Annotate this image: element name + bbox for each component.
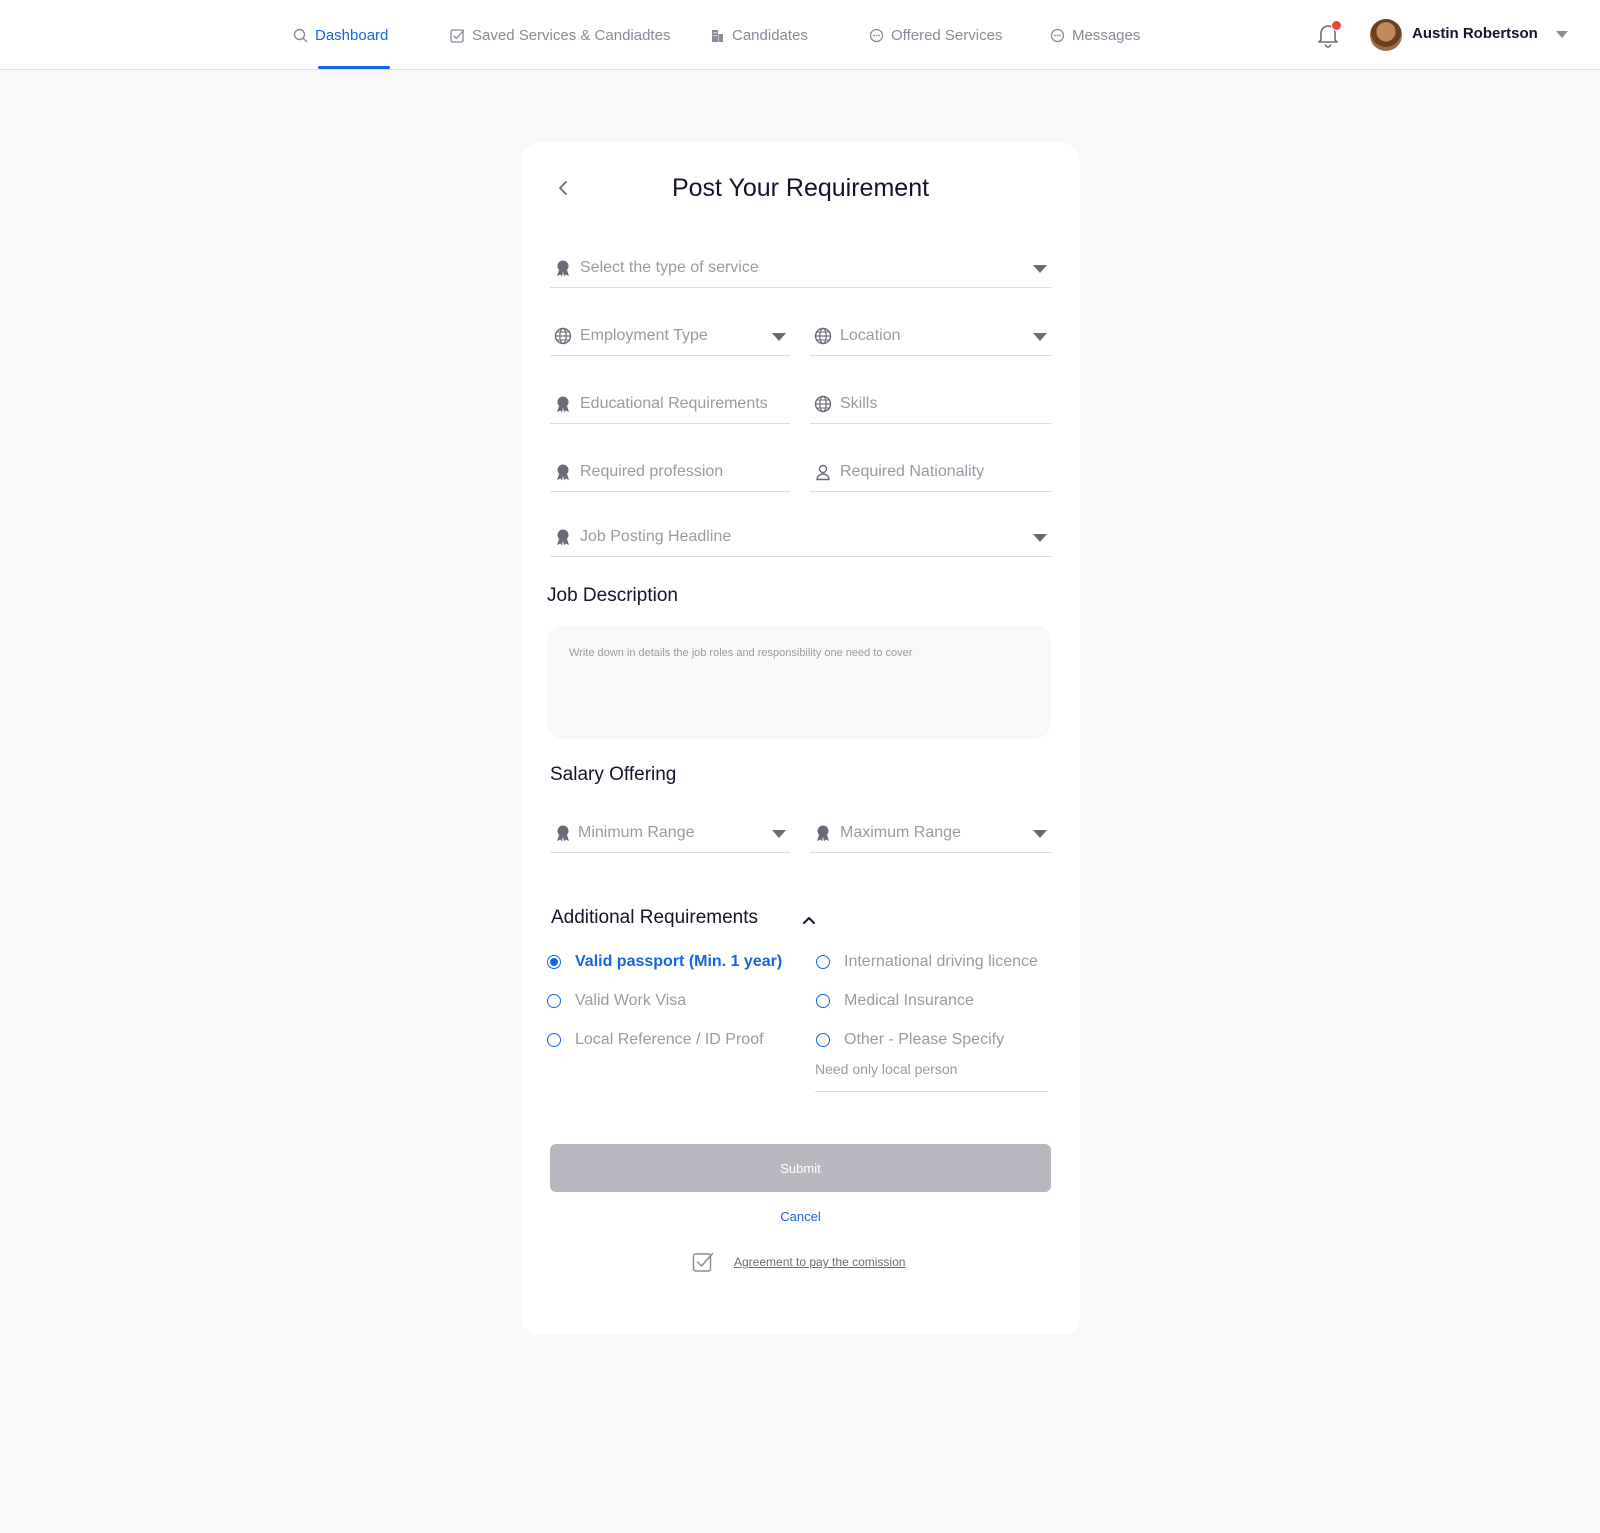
option-international-driving-licence[interactable]: International driving licence	[816, 953, 1038, 971]
nav-item-candidates[interactable]: Candidates	[710, 24, 808, 46]
award-icon	[554, 463, 572, 481]
nav-item-label: Candidates	[732, 26, 808, 44]
award-icon	[814, 824, 832, 842]
option-local-reference[interactable]: Local Reference / ID Proof	[547, 1031, 764, 1049]
cancel-link[interactable]: Cancel	[521, 1209, 1080, 1224]
employment-type-placeholder: Employment Type	[580, 327, 708, 344]
option-label: International driving licence	[844, 953, 1038, 970]
maximum-range-placeholder: Maximum Range	[840, 824, 961, 841]
additional-requirements-title: Additional Requirements	[551, 907, 759, 928]
caret-down-icon	[772, 333, 786, 341]
option-label: Valid passport (Min. 1 year)	[575, 953, 783, 970]
user-icon	[814, 463, 832, 481]
service-type-select[interactable]: Select the type of service	[550, 246, 1051, 288]
avatar[interactable]	[1370, 19, 1402, 51]
top-navigation-bar: Dashboard Saved Services & Candiadtes Ca…	[0, 0, 1600, 70]
nav-item-label: Saved Services & Candiadtes	[472, 26, 671, 44]
profession-input[interactable]: Required profession	[550, 450, 790, 492]
nav-item-messages[interactable]: Messages	[1050, 24, 1140, 46]
option-valid-passport[interactable]: Valid passport (Min. 1 year)	[547, 953, 782, 971]
globe-icon	[814, 395, 832, 413]
caret-down-icon	[772, 830, 786, 838]
checkbox-icon	[450, 28, 465, 43]
page-title: Post Your Requirement	[671, 174, 930, 202]
job-description-placeholder: Write down in details the job roles and …	[569, 647, 913, 659]
globe-icon	[814, 327, 832, 345]
profession-placeholder: Required profession	[580, 463, 724, 480]
option-valid-work-visa[interactable]: Valid Work Visa	[547, 992, 686, 1010]
award-icon	[554, 528, 572, 546]
search-icon	[293, 28, 308, 43]
radio-button[interactable]	[816, 1033, 830, 1047]
nationality-placeholder: Required Nationality	[840, 463, 985, 480]
chat-bubble-icon	[869, 28, 884, 43]
minimum-range-placeholder: Minimum Range	[578, 824, 695, 841]
headline-select[interactable]: Job Posting Headline	[550, 515, 1051, 557]
nav-item-label: Dashboard	[315, 26, 389, 44]
option-label: Medical Insurance	[844, 992, 974, 1009]
skills-input[interactable]: Skills	[810, 382, 1051, 424]
option-label: Valid Work Visa	[575, 992, 687, 1009]
agreement-link[interactable]: Agreement to pay the comission	[734, 1255, 905, 1269]
notification-badge	[1331, 20, 1342, 31]
option-label: Other - Please Specify	[844, 1031, 1005, 1048]
radio-button[interactable]	[547, 1033, 561, 1047]
skills-placeholder: Skills	[840, 395, 878, 412]
minimum-range-select[interactable]: Minimum Range	[550, 811, 790, 853]
chevron-down-icon[interactable]	[1556, 31, 1568, 38]
maximum-range-select[interactable]: Maximum Range	[810, 811, 1051, 853]
radio-button[interactable]	[547, 955, 561, 969]
job-description-textarea[interactable]: Write down in details the job roles and …	[547, 625, 1051, 739]
globe-icon	[554, 327, 572, 345]
award-icon	[554, 824, 572, 842]
caret-down-icon	[1033, 265, 1047, 273]
user-name[interactable]: Austin Robertson	[1412, 25, 1538, 42]
nav-item-dashboard[interactable]: Dashboard	[293, 24, 388, 46]
award-icon	[554, 395, 572, 413]
education-placeholder: Educational Requirements	[580, 395, 768, 412]
employment-type-select[interactable]: Employment Type	[550, 314, 790, 356]
nav-item-saved-services[interactable]: Saved Services & Candiadtes	[450, 24, 670, 46]
option-label: Local Reference / ID Proof	[575, 1031, 764, 1048]
agreement-row[interactable]: Agreement to pay the comission	[692, 1251, 905, 1273]
submit-button[interactable]: Submit	[550, 1144, 1051, 1192]
caret-down-icon	[1033, 333, 1047, 341]
nav-item-offered-services[interactable]: Offered Services	[869, 24, 1002, 46]
salary-title: Salary Offering	[550, 764, 677, 785]
nav-item-label: Offered Services	[891, 26, 1003, 44]
location-placeholder: Location	[840, 327, 901, 344]
nationality-input[interactable]: Required Nationality	[810, 450, 1051, 492]
service-type-placeholder: Select the type of service	[580, 259, 759, 276]
post-requirement-card: Post Your Requirement Select the type of…	[521, 143, 1080, 1335]
radio-button[interactable]	[816, 994, 830, 1008]
job-description-title: Job Description	[547, 585, 678, 606]
radio-button[interactable]	[547, 994, 561, 1008]
option-other[interactable]: Other - Please Specify	[816, 1031, 1004, 1049]
other-specify-input[interactable]: Need only local person	[815, 1050, 1048, 1092]
radio-button[interactable]	[816, 955, 830, 969]
other-specify-value: Need only local person	[815, 1061, 958, 1077]
nav-item-label: Messages	[1072, 26, 1141, 44]
award-icon	[554, 259, 572, 277]
education-input[interactable]: Educational Requirements	[550, 382, 790, 424]
chevron-up-icon[interactable]	[801, 912, 817, 928]
caret-down-icon	[1033, 830, 1047, 838]
location-select[interactable]: Location	[810, 314, 1051, 356]
caret-down-icon	[1033, 534, 1047, 542]
checkbox-icon[interactable]	[692, 1251, 714, 1273]
option-medical-insurance[interactable]: Medical Insurance	[816, 992, 974, 1010]
headline-placeholder: Job Posting Headline	[580, 528, 732, 545]
chat-bubble-icon	[1050, 28, 1065, 43]
building-icon	[710, 28, 725, 43]
active-tab-indicator	[318, 66, 390, 69]
